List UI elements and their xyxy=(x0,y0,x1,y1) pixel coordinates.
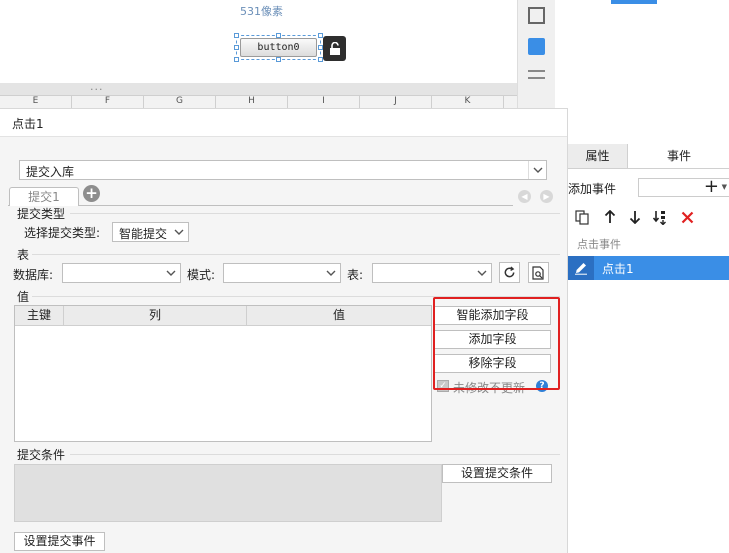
canvas-divider xyxy=(0,83,517,95)
column-header-cell: F xyxy=(72,96,144,108)
design-canvas: 531像素 button0 ... E F G H I J K xyxy=(0,0,517,108)
submit-type-value: 智能提交 xyxy=(119,227,168,241)
canvas-button-widget[interactable]: button0 xyxy=(240,38,317,57)
move-down-icon[interactable] xyxy=(627,209,643,225)
refresh-icon[interactable] xyxy=(499,262,520,283)
frame-icon[interactable] xyxy=(528,7,545,24)
edit-pencil-icon[interactable] xyxy=(568,256,594,280)
delete-icon[interactable] xyxy=(679,209,695,225)
resize-handle[interactable] xyxy=(234,45,239,50)
submit-type-select[interactable]: 智能提交 xyxy=(112,222,189,242)
resize-handle[interactable] xyxy=(234,57,239,62)
chevron-down-icon xyxy=(170,223,188,241)
smart-add-field-button[interactable]: 智能添加字段 xyxy=(434,306,551,325)
choose-type-label: 选择提交类型: xyxy=(24,226,101,240)
right-top-area xyxy=(555,0,729,108)
resize-handle[interactable] xyxy=(276,57,281,62)
table-header: 主键 列 值 xyxy=(15,306,431,326)
submit-type-heading: 提交类型 xyxy=(17,207,66,221)
help-icon[interactable]: ? xyxy=(536,380,548,392)
add-event-select[interactable]: + ▼ xyxy=(638,176,729,197)
set-condition-button[interactable]: 设置提交条件 xyxy=(442,464,552,483)
column-header-cell: E xyxy=(0,96,72,108)
add-event-label: 添加事件 xyxy=(568,182,617,196)
chevron-down-icon xyxy=(162,264,180,282)
active-indicator xyxy=(611,0,657,4)
event-group-label: 点击事件 xyxy=(577,238,621,251)
move-bottom-icon[interactable] xyxy=(653,209,669,225)
chevron-down-icon xyxy=(322,264,340,282)
tab-submit-1[interactable]: 提交1 xyxy=(9,187,79,206)
unchanged-no-update-label: 未修改不更新 xyxy=(453,381,526,395)
database-label: 数据库: xyxy=(13,268,54,282)
divider xyxy=(32,296,560,297)
remove-field-button[interactable]: 移除字段 xyxy=(434,354,551,373)
tab-properties[interactable]: 属性 xyxy=(568,144,627,168)
plus-icon: + xyxy=(703,176,719,197)
condition-preview-area xyxy=(14,464,442,522)
divider xyxy=(70,213,560,214)
unlock-icon[interactable] xyxy=(323,36,346,61)
set-submit-event-button[interactable]: 设置提交事件 xyxy=(14,532,105,551)
table-select[interactable] xyxy=(372,263,492,283)
layers-icon[interactable] xyxy=(528,70,545,79)
action-type-select[interactable]: 提交入库 xyxy=(19,160,547,180)
copy-icon[interactable] xyxy=(574,209,590,225)
divider xyxy=(32,254,560,255)
field-mapping-table[interactable]: 主键 列 值 xyxy=(14,305,432,442)
dialog-title: 点击1 xyxy=(12,117,44,131)
column-header-cell: G xyxy=(144,96,216,108)
move-up-icon[interactable] xyxy=(602,209,618,225)
column-header-cell: K xyxy=(432,96,504,108)
column-header-cell: H xyxy=(216,96,288,108)
chevron-down-icon xyxy=(528,161,546,179)
add-tab-icon[interactable]: + xyxy=(83,185,100,202)
widget-icon[interactable] xyxy=(528,38,545,55)
dialog-title-bar: 点击1 xyxy=(0,109,567,137)
sheet-column-header: E F G H I J K xyxy=(0,95,517,108)
mode-label: 模式: xyxy=(187,268,216,282)
unchanged-no-update-checkbox[interactable]: ✓ xyxy=(437,380,449,392)
condition-heading: 提交条件 xyxy=(17,448,66,462)
tab-next-icon[interactable]: ▶ xyxy=(540,190,553,203)
right-panel-tabs: 属性 事件 xyxy=(568,144,729,169)
add-field-button[interactable]: 添加字段 xyxy=(434,330,551,349)
divider xyxy=(70,454,560,455)
preview-table-icon[interactable] xyxy=(528,262,549,283)
chevron-down-icon xyxy=(473,264,491,282)
side-toolbar xyxy=(517,0,555,108)
column-header-cell: J xyxy=(360,96,432,108)
table-heading: 表 xyxy=(17,248,30,262)
column-header-cell: I xyxy=(288,96,360,108)
database-select[interactable] xyxy=(62,263,181,283)
event-item-label: 点击1 xyxy=(602,262,634,276)
col-column[interactable]: 列 xyxy=(64,306,247,326)
table-label: 表: xyxy=(347,268,364,282)
action-type-value: 提交入库 xyxy=(26,165,75,179)
tab-prev-icon[interactable]: ◀ xyxy=(518,190,531,203)
resize-handle[interactable] xyxy=(234,33,239,38)
event-list-item-selected[interactable]: 点击1 xyxy=(568,256,729,280)
drag-handle-icon[interactable]: ... xyxy=(90,80,104,93)
mode-select[interactable] xyxy=(223,263,341,283)
right-panel: 属性 事件 添加事件 + ▼ 点击事件 点击1 xyxy=(567,108,729,553)
tab-events[interactable]: 事件 xyxy=(627,144,729,168)
col-primary-key[interactable]: 主键 xyxy=(15,306,64,326)
chevron-down-icon: ▼ xyxy=(721,183,727,191)
canvas-size-label: 531像素 xyxy=(240,5,283,18)
event-dialog: 点击1 提交入库 提交1 + ◀ ▶ 提交类型 选择提交类型: 智能提交 表 数… xyxy=(0,108,567,553)
value-heading: 值 xyxy=(17,290,30,304)
col-value[interactable]: 值 xyxy=(247,306,431,326)
